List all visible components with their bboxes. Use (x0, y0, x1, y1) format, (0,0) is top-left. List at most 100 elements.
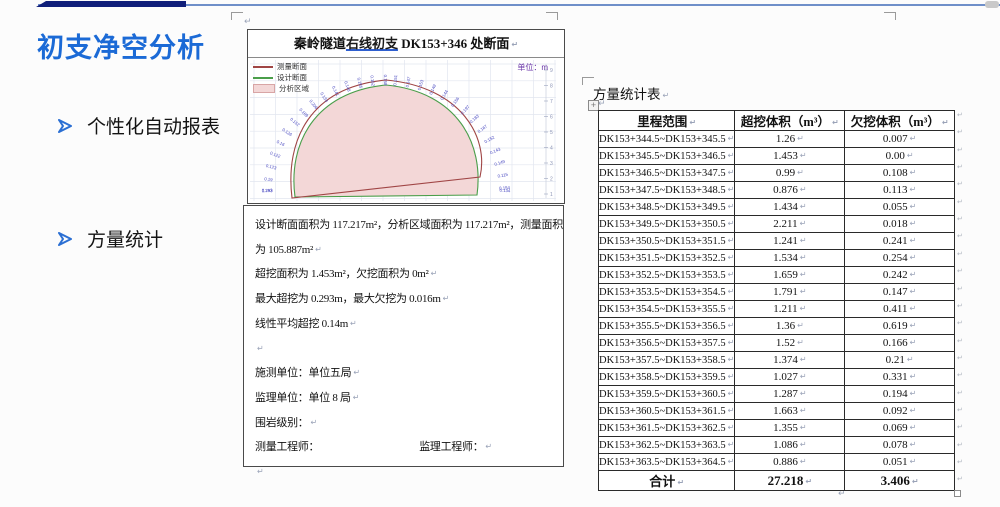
row-end-mark: ↵ (957, 215, 963, 223)
cell-mileage: DK153+362.5~DK153+363.5↵ (599, 437, 735, 454)
measurement-label: 0.155 (356, 77, 363, 89)
table-row: DK153+350.5~DK153+351.5↵1.241↵0.241↵ (599, 233, 955, 250)
table-row: DK153+362.5~DK153+363.5↵1.086↵0.078↵ (599, 437, 955, 454)
bullet-label: 个性化自动报表 (87, 112, 220, 139)
measurement-label: 0.152 (483, 134, 495, 144)
cell-underbreak: 0.078↵ (845, 437, 955, 454)
report-paragraph: 线性平均超挖 0.14m↵ (255, 312, 552, 337)
cell-mileage: DK153+345.5~DK153+346.5↵ (599, 148, 735, 165)
cell-underbreak: 0.051↵ (845, 454, 955, 471)
total-label: 合计↵ (599, 471, 735, 491)
section-report-figure: 秦岭隧道右线初支 DK153+346 处断面↵ 987654321 0.2930… (247, 29, 565, 204)
measurement-label: 0.141 (331, 85, 340, 97)
measurement-label: 0.126 (281, 127, 293, 137)
table-row: DK153+349.5~DK153+350.5↵2.211↵0.018↵ (599, 216, 955, 233)
cell-underbreak: 0.241↵ (845, 233, 955, 250)
cell-overbreak: 1.36↵ (735, 318, 845, 335)
page-title: 初支净空分析 (37, 26, 205, 65)
table-row: DK153+346.5~DK153+347.5↵0.99↵0.108↵ (599, 165, 955, 182)
cell-mileage: DK153+358.5~DK153+359.5↵ (599, 369, 735, 386)
svg-text:9: 9 (550, 68, 553, 74)
cell-overbreak: 1.453↵ (735, 148, 845, 165)
paragraph-mark: ↵ (511, 40, 518, 49)
chart-title-link[interactable]: 右线初支 (346, 36, 398, 51)
margin-crop-mark (884, 12, 896, 20)
cell-overbreak: 1.791↵ (735, 284, 845, 301)
report-paragraph: 设计断面面积为 117.217m²，分析区域面积为 117.217m²，测量面积 (255, 213, 552, 238)
margin-crop-mark (231, 12, 243, 20)
row-end-mark: ↵ (957, 389, 963, 397)
legend-item: 测量断面 (253, 62, 309, 71)
measurement-label: 0.16 (276, 139, 286, 148)
margin-crop-mark (546, 12, 558, 20)
legend-swatch (253, 84, 275, 93)
unit-label: 单位：m (517, 62, 548, 73)
cell-overbreak: 1.287↵ (735, 386, 845, 403)
sign-label: 测量工程师： (255, 435, 319, 460)
bullet-item-volume-stat: 方量统计 (58, 225, 163, 252)
analysis-text-box: 设计断面面积为 117.217m²，分析区域面积为 117.217m²，测量面积… (243, 205, 564, 467)
row-end-mark: ↵ (957, 406, 963, 414)
measurement-label: 0.144 (439, 89, 449, 101)
cell-overbreak: 1.659↵ (735, 267, 845, 284)
cell-overbreak: 1.663↵ (735, 403, 845, 420)
bullet-label: 方量统计 (87, 225, 163, 252)
measurement-label: 0.134 (500, 188, 512, 193)
measurement-label: 0.158 (383, 75, 388, 86)
chart-title-text: DK153+346 处断面 (398, 36, 509, 51)
table-row: DK153+344.5~DK153+345.5↵1.26↵0.007↵ (599, 131, 955, 148)
measurement-label: 0.147 (405, 76, 412, 88)
legend-label: 设计断面 (277, 72, 307, 83)
volume-table-title-text: 方量统计表 (593, 87, 661, 102)
cell-underbreak: 0.108↵ (845, 165, 955, 182)
table-row: DK153+352.5~DK153+353.5↵1.659↵0.242↵ (599, 267, 955, 284)
legend-label: 测量断面 (277, 61, 307, 72)
svg-text:5: 5 (550, 130, 553, 136)
cell-underbreak: 0.147↵ (845, 284, 955, 301)
row-end-mark: ↵ (957, 128, 963, 136)
table-row: DK153+345.5~DK153+346.5↵1.453↵0.00↵ (599, 148, 955, 165)
measurement-label: 0.167 (477, 123, 489, 134)
row-end-mark: ↵ (957, 441, 963, 449)
table-row: DK153+360.5~DK153+361.5↵1.663↵0.092↵ (599, 403, 955, 420)
table-resize-handle[interactable] (954, 490, 961, 497)
cell-overbreak: 1.355↵ (735, 420, 845, 437)
cell-underbreak: 0.411↵ (845, 301, 955, 318)
cell-overbreak: 1.26↵ (735, 131, 845, 148)
legend-label: 分析区域 (279, 83, 309, 94)
table-row: DK153+351.5~DK153+352.5↵1.534↵0.254↵ (599, 250, 955, 267)
measurement-label: 0.151 (392, 74, 398, 86)
report-paragraph: 围岩级别：↵ (255, 411, 552, 436)
row-end-mark: ↵ (957, 371, 963, 379)
cell-underbreak: 0.242↵ (845, 267, 955, 284)
cell-mileage: DK153+349.5~DK153+350.5↵ (599, 216, 735, 233)
row-end-mark: ↵ (957, 198, 963, 206)
cell-overbreak: 1.241↵ (735, 233, 845, 250)
header-mileage: 里程范围↵ (599, 111, 735, 131)
report-paragraph: 最大超挖为 0.293m，最大欠挖为 0.016m↵ (255, 287, 552, 312)
report-paragraph: ↵ (255, 337, 552, 362)
cell-mileage: DK153+344.5~DK153+345.5↵ (599, 131, 735, 148)
chart-title-text: 秦岭隧道 (294, 36, 346, 51)
row-end-mark: ↵ (957, 146, 963, 154)
cell-mileage: DK153+350.5~DK153+351.5↵ (599, 233, 735, 250)
paragraph-mark: ↵ (244, 17, 252, 27)
cell-underbreak: 0.055↵ (845, 199, 955, 216)
header-underbreak: 欠挖体积（m³）↵ (845, 111, 955, 131)
cell-overbreak: 2.211↵ (735, 216, 845, 233)
cell-underbreak: 0.007↵ (845, 131, 955, 148)
svg-text:1: 1 (550, 192, 553, 198)
cell-mileage: DK153+363.5~DK153+364.5↵ (599, 454, 735, 471)
cell-underbreak: 0.331↵ (845, 369, 955, 386)
cell-mileage: DK153+353.5~DK153+354.5↵ (599, 284, 735, 301)
table-row: DK153+358.5~DK153+359.5↵1.027↵0.331↵ (599, 369, 955, 386)
cell-underbreak: 0.092↵ (845, 403, 955, 420)
svg-text:3: 3 (550, 161, 553, 167)
row-end-mark: ↵ (957, 250, 963, 258)
report-paragraph: 测量工程师：监理工程师：↵ (255, 435, 552, 460)
cell-underbreak: 0.194↵ (845, 386, 955, 403)
cell-underbreak: 0.018↵ (845, 216, 955, 233)
row-end-mark: ↵ (957, 354, 963, 362)
cell-mileage: DK153+347.5~DK153+348.5↵ (599, 182, 735, 199)
cell-mileage: DK153+348.5~DK153+349.5↵ (599, 199, 735, 216)
